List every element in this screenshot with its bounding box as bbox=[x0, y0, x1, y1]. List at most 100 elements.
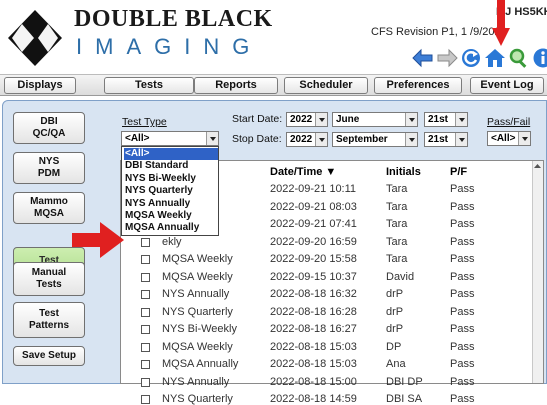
row-pass-fail: Pass bbox=[450, 376, 474, 388]
row-initials: Tara bbox=[386, 201, 407, 213]
dropdown-option[interactable]: MQSA Annually bbox=[124, 222, 218, 234]
row-checkbox[interactable] bbox=[141, 290, 150, 299]
row-datetime: 2022-09-15 10:37 bbox=[270, 271, 357, 283]
row-datetime: 2022-08-18 15:03 bbox=[270, 358, 357, 370]
stop-day-value: 21st bbox=[428, 134, 448, 145]
row-initials: Tara bbox=[386, 253, 407, 265]
start-month-value: June bbox=[336, 114, 359, 125]
row-datetime: 2022-08-18 16:27 bbox=[270, 323, 357, 335]
chevron-down-icon[interactable] bbox=[455, 133, 467, 146]
search-magnifier-icon[interactable] bbox=[508, 47, 530, 69]
row-datetime: 2022-09-20 16:59 bbox=[270, 236, 357, 248]
row-initials: DBI DP bbox=[386, 376, 423, 388]
row-checkbox[interactable] bbox=[141, 378, 150, 387]
dropdown-option[interactable]: NYS Annually bbox=[124, 198, 218, 210]
sidebar-dbi-qcqa-button[interactable]: DBI QC/QA bbox=[13, 112, 85, 144]
row-datetime: 2022-08-18 15:03 bbox=[270, 341, 357, 353]
back-arrow-icon[interactable] bbox=[412, 47, 434, 69]
stop-month-select[interactable]: September bbox=[332, 132, 418, 147]
stop-year-select[interactable]: 2022 bbox=[286, 132, 328, 147]
pass-fail-value: <All> bbox=[491, 133, 515, 144]
dropdown-option[interactable]: MQSA Weekly bbox=[124, 210, 218, 222]
row-test-name: MQSA Weekly bbox=[162, 341, 233, 353]
chevron-down-icon[interactable] bbox=[405, 133, 417, 146]
refresh-icon[interactable] bbox=[460, 47, 482, 69]
sidebar-mammo-mqsa-button[interactable]: Mammo MQSA bbox=[13, 192, 85, 224]
row-datetime: 2022-09-21 07:41 bbox=[270, 218, 357, 230]
brand-name: DOUBLE BLACK bbox=[74, 6, 273, 33]
menu-preferences[interactable]: Preferences bbox=[374, 77, 462, 94]
stop-date-label: Stop Date: bbox=[232, 133, 282, 145]
row-test-name: MQSA Weekly bbox=[162, 253, 233, 265]
row-checkbox[interactable] bbox=[141, 343, 150, 352]
row-checkbox[interactable] bbox=[141, 308, 150, 317]
stop-day-select[interactable]: 21st bbox=[424, 132, 468, 147]
row-initials: drP bbox=[386, 323, 403, 335]
chevron-down-icon[interactable] bbox=[405, 113, 417, 126]
row-initials: DBI SA bbox=[386, 393, 422, 405]
row-checkbox[interactable] bbox=[141, 360, 150, 369]
row-pass-fail: Pass bbox=[450, 183, 474, 195]
row-pass-fail: Pass bbox=[450, 271, 474, 283]
dropdown-option[interactable]: NYS Bi-Weekly bbox=[124, 173, 218, 185]
row-checkbox[interactable] bbox=[141, 238, 150, 247]
chevron-down-icon[interactable] bbox=[455, 113, 467, 126]
column-header-initials[interactable]: Initials bbox=[386, 166, 421, 178]
row-datetime: 2022-08-18 14:59 bbox=[270, 393, 357, 405]
menu-displays[interactable]: Displays bbox=[4, 77, 76, 94]
row-initials: Tara bbox=[386, 236, 407, 248]
brand-subtitle: IMAGING bbox=[76, 34, 262, 60]
info-icon[interactable] bbox=[532, 47, 547, 69]
column-header-datetime[interactable]: Date/Time ▼ bbox=[270, 166, 336, 178]
start-day-select[interactable]: 21st bbox=[424, 112, 468, 127]
start-month-select[interactable]: June bbox=[332, 112, 418, 127]
menu-scheduler[interactable]: Scheduler bbox=[284, 77, 368, 94]
row-checkbox[interactable] bbox=[141, 395, 150, 404]
row-pass-fail: Pass bbox=[450, 393, 474, 405]
test-type-select[interactable]: <All> bbox=[121, 131, 219, 146]
row-initials: Tara bbox=[386, 183, 407, 195]
dropdown-option[interactable]: DBI Standard bbox=[124, 160, 218, 172]
double-black-logo-icon bbox=[4, 8, 66, 68]
row-pass-fail: Pass bbox=[450, 323, 474, 335]
test-type-value: <All> bbox=[125, 133, 149, 144]
menu-reports[interactable]: Reports bbox=[194, 77, 278, 94]
row-test-name: NYS Quarterly bbox=[162, 306, 233, 318]
row-datetime: 2022-09-21 10:11 bbox=[270, 183, 356, 195]
red-arrow-right-icon bbox=[72, 222, 124, 258]
column-header-pf[interactable]: P/F bbox=[450, 166, 467, 178]
test-type-dropdown-list[interactable]: <All>DBI StandardNYS Bi-WeeklyNYS Quarte… bbox=[121, 146, 219, 236]
chevron-down-icon[interactable] bbox=[315, 133, 327, 146]
row-checkbox[interactable] bbox=[141, 255, 150, 264]
row-pass-fail: Pass bbox=[450, 341, 474, 353]
row-pass-fail: Pass bbox=[450, 288, 474, 300]
sidebar-test-patterns-button[interactable]: Test Patterns bbox=[13, 302, 85, 338]
forward-arrow-icon[interactable] bbox=[436, 47, 458, 69]
row-pass-fail: Pass bbox=[450, 306, 474, 318]
pass-fail-select[interactable]: <All> bbox=[487, 131, 531, 146]
revision-text: CFS Revision P1, 1 /9/2022 bbox=[371, 26, 507, 38]
row-test-name: ekly bbox=[162, 236, 182, 248]
red-arrow-down-icon bbox=[492, 0, 510, 46]
chevron-down-icon[interactable] bbox=[206, 132, 218, 145]
sidebar-manual-tests-button[interactable]: Manual Tests bbox=[13, 262, 85, 296]
menu-tests[interactable]: Tests bbox=[104, 77, 194, 94]
sidebar-nys-pdm-button[interactable]: NYS PDM bbox=[13, 152, 85, 184]
row-checkbox[interactable] bbox=[141, 273, 150, 282]
start-year-select[interactable]: 2022 bbox=[286, 112, 328, 127]
chevron-down-icon[interactable] bbox=[518, 132, 530, 145]
dropdown-option[interactable]: <All> bbox=[124, 148, 218, 160]
menu-event-log[interactable]: Event Log bbox=[470, 77, 544, 94]
home-icon[interactable] bbox=[484, 47, 506, 69]
sidebar-save-setup-button[interactable]: Save Setup bbox=[13, 346, 85, 366]
row-datetime: 2022-08-18 15:00 bbox=[270, 376, 357, 388]
row-test-name: NYS Bi-Weekly bbox=[162, 323, 237, 335]
vertical-scrollbar[interactable] bbox=[532, 161, 543, 383]
row-test-name: MQSA Annually bbox=[162, 358, 238, 370]
row-pass-fail: Pass bbox=[450, 218, 474, 230]
row-initials: DP bbox=[386, 341, 401, 353]
chevron-down-icon[interactable] bbox=[315, 113, 327, 126]
scroll-up-arrow-icon[interactable] bbox=[532, 161, 543, 172]
row-checkbox[interactable] bbox=[141, 325, 150, 334]
dropdown-option[interactable]: NYS Quarterly bbox=[124, 185, 218, 197]
